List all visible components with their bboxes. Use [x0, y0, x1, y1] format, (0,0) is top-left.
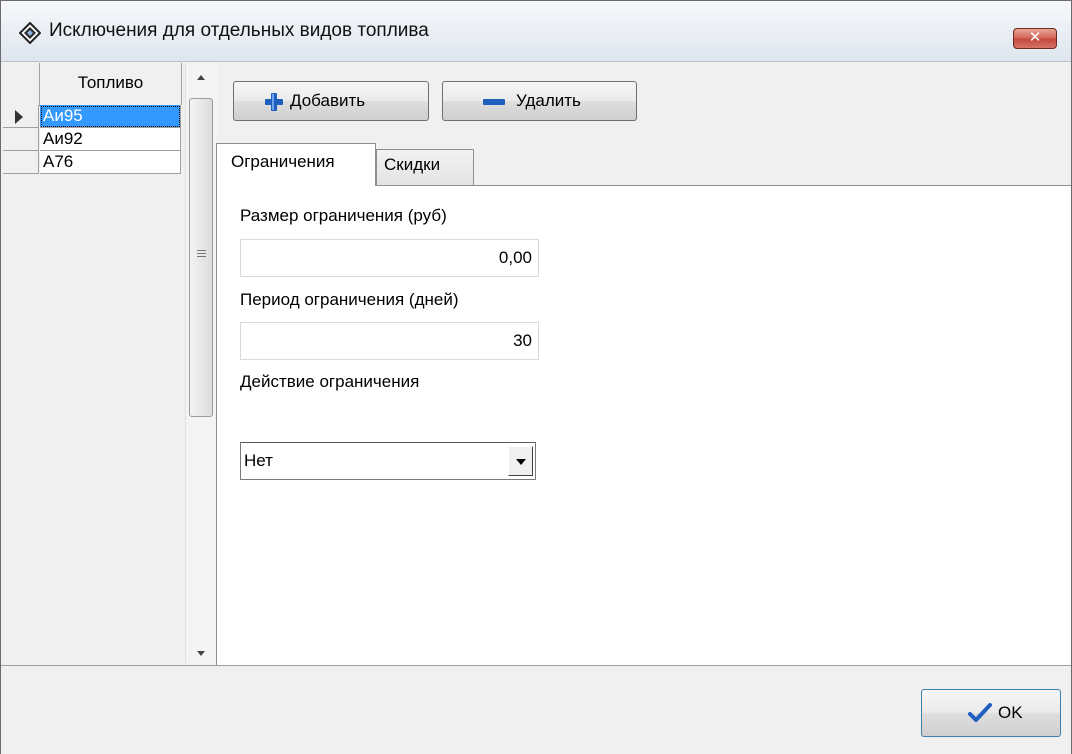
add-button-label: Добавить [290, 91, 366, 110]
title-bar[interactable]: Исключения для отдельных видов топлива ✕ [1, 1, 1071, 62]
table-row[interactable]: Аи92 [3, 128, 181, 151]
row-indicator[interactable] [3, 105, 39, 128]
dropdown-button[interactable] [508, 446, 533, 476]
table-row[interactable]: Аи95 [3, 105, 181, 128]
scroll-thumb[interactable] [189, 98, 213, 417]
tab-control: Ограничения Скидки Размер ограничения (р… [216, 143, 1071, 665]
grid-header: Топливо [3, 63, 182, 106]
table-cell[interactable]: А76 [40, 151, 181, 174]
tab-restrictions[interactable]: Ограничения [216, 143, 376, 186]
limit-action-select[interactable]: Нет [240, 442, 536, 480]
limit-action-label: Действие ограничения [240, 372, 420, 391]
plus-icon [265, 93, 283, 111]
ok-button-label: OK [998, 703, 1023, 722]
close-icon: ✕ [1028, 28, 1042, 46]
grid-indicator-header [3, 63, 40, 105]
grid-vertical-scrollbar[interactable] [185, 63, 217, 663]
fuel-grid: Топливо Аи95 Аи92 А76 [3, 63, 217, 665]
scroll-down-icon[interactable] [197, 651, 205, 656]
check-icon [968, 703, 992, 722]
chevron-down-icon [516, 459, 526, 465]
add-button[interactable]: Добавить [233, 81, 429, 121]
ok-button[interactable]: OK [921, 689, 1061, 737]
footer-bar [1, 665, 1071, 754]
window-title: Исключения для отдельных видов топлива [49, 20, 429, 41]
scroll-up-icon[interactable] [197, 75, 205, 80]
tab-discounts[interactable]: Скидки [376, 149, 474, 186]
close-button[interactable]: ✕ [1013, 28, 1057, 49]
row-indicator[interactable] [3, 128, 39, 151]
grip-icon [197, 250, 206, 251]
dialog-window: Исключения для отдельных видов топлива ✕… [0, 0, 1072, 754]
limit-action-value: Нет [244, 451, 273, 470]
table-row[interactable]: А76 [3, 151, 181, 174]
table-cell[interactable]: Аи92 [40, 128, 181, 151]
app-icon [19, 22, 41, 44]
column-header-fuel[interactable]: Топливо [40, 63, 182, 105]
delete-button-label: Удалить [516, 91, 581, 110]
current-row-pointer-icon [15, 110, 23, 124]
limit-period-label: Период ограничения (дней) [240, 290, 459, 309]
limit-period-input[interactable]: 30 [240, 322, 539, 360]
limit-size-label: Размер ограничения (руб) [240, 206, 447, 225]
table-cell[interactable]: Аи95 [40, 105, 181, 128]
tab-label: Ограничения [231, 152, 335, 171]
restrictions-panel: Размер ограничения (руб) 0,00 Период огр… [216, 185, 1071, 665]
limit-size-input[interactable]: 0,00 [240, 239, 539, 277]
minus-icon [483, 99, 505, 105]
delete-button[interactable]: Удалить [442, 81, 637, 121]
row-indicator[interactable] [3, 151, 39, 174]
tab-label: Скидки [384, 155, 441, 174]
